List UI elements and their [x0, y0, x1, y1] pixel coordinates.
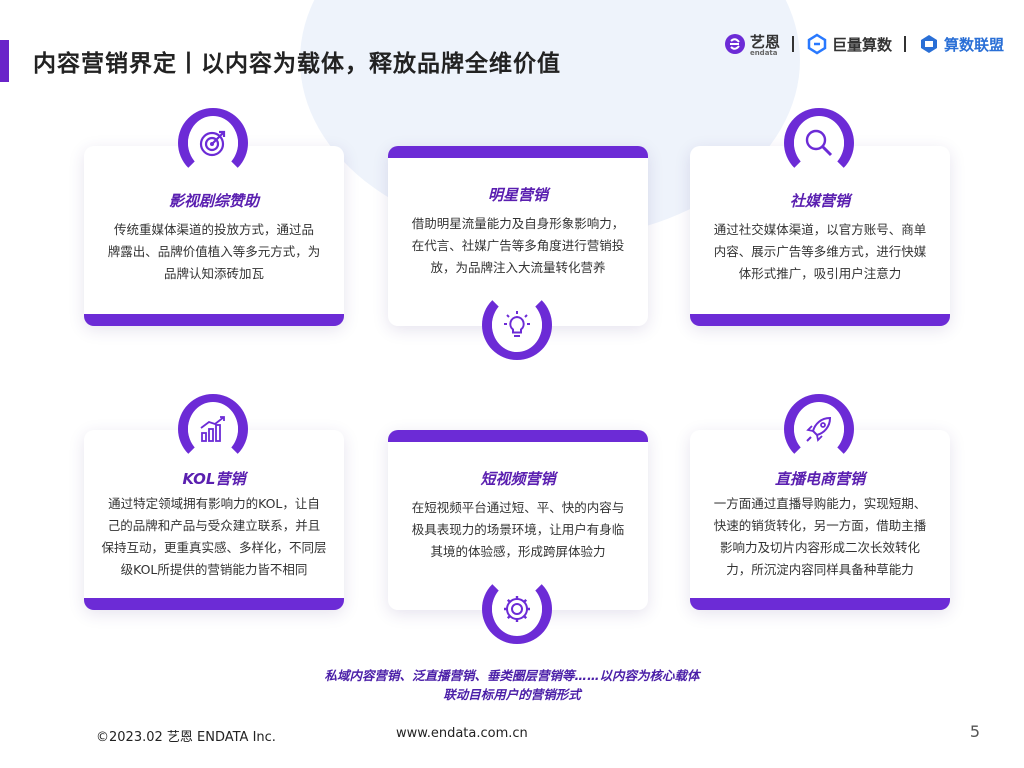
card-badge [784, 108, 854, 178]
card-text-line: 传统重媒体渠道的投放方式，通过品 [113, 222, 314, 237]
card-text-line: 通过社交媒体渠道，以官方账号、商单 [713, 222, 927, 237]
card-text-line: 内容、展示广告等多维方式，进行快媒 [713, 244, 927, 259]
card-title: 短视频营销 [480, 470, 556, 488]
page-title: 内容营销界定丨以内容为载体，释放品牌全维价值 [33, 51, 561, 77]
card-text-line: 力，所沉淀内容同样具备种草能力 [726, 562, 914, 577]
card-description: 通过特定领域拥有影响力的KOL，让自 己的品牌和产品与受众建立联系，并且 保持互… [84, 489, 344, 581]
card-badge [178, 394, 248, 464]
lightbulb-icon [504, 311, 530, 337]
card-text-line: 借助明星流量能力及自身形象影响力， [411, 216, 625, 231]
card-description: 借助明星流量能力及自身形象影响力， 在代言、社媒广告等多角度进行营销投 放，为品… [388, 205, 648, 279]
card-text-line: 通过特定领域拥有影响力的KOL，让自 [108, 496, 320, 511]
suanshu-logo-icon [920, 35, 937, 53]
card-description: 一方面通过直播导购能力，实现短期、 快速的销货转化，另一方面，借助主播 影响力及… [690, 489, 950, 581]
juliang-logo-text: 巨量算数 [831, 35, 892, 54]
logo-divider [903, 36, 906, 52]
suanshu-logo-text: 算数联盟 [943, 35, 1004, 54]
logo-divider [791, 36, 794, 52]
juliang-logo: 巨量算数 [806, 33, 892, 55]
endata-logo-icon [724, 34, 745, 54]
bar-chart-icon [200, 416, 225, 442]
card-text-line: 牌露出、品牌价值植入等多元方式，为 [107, 244, 321, 259]
card-text-line: 在代言、社媒广告等多角度进行营销投 [411, 238, 625, 253]
card-text-line: 一方面通过直播导购能力，实现短期、 [713, 496, 927, 511]
card-description: 在短视频平台通过短、平、快的内容与 极具表现力的场景环境，让用户有身临 其境的体… [388, 489, 648, 563]
magnifier-icon [805, 129, 833, 157]
juliang-logo-icon [807, 33, 827, 55]
card-title: 社媒营销 [789, 192, 850, 210]
card-title: KOL营销 [182, 470, 246, 488]
card-badge [482, 290, 552, 360]
logo-group: 艺恩 endata 巨量算数 算数联盟 [724, 30, 1004, 58]
summary-note-line: 私域内容营销、泛直播营销、垂类圈层营销等……以内容为核心载体 [324, 668, 700, 683]
card-text-line: 在短视频平台通过短、平、快的内容与 [411, 500, 625, 515]
suanshu-logo: 算数联盟 [918, 33, 1004, 55]
card-text-line: 极具表现力的场景环境，让用户有身临 [411, 522, 625, 537]
endata-logo: 艺恩 endata [724, 31, 780, 57]
card-text-line: 放，为品牌注入大流量转化营养 [430, 260, 606, 275]
card-title: 影视剧综赞助 [168, 192, 259, 210]
card-title: 明星营销 [487, 186, 548, 204]
page-number: 5 [969, 722, 980, 741]
target-icon [199, 130, 226, 157]
card-text-line: 保持互动，更重真实感、多样化，不同层 [101, 540, 327, 555]
summary-note: 私域内容营销、泛直播营销、垂类圈层营销等……以内容为核心载体 联动目标用户的营销… [0, 666, 1024, 704]
card-text-line: 品牌认知添砖加瓦 [163, 266, 264, 281]
rocket-icon [806, 416, 832, 442]
footer-copyright: ©2023.02 艺恩 ENDATA Inc. [96, 730, 276, 745]
card-text-line: 己的品牌和产品与受众建立联系，并且 [107, 518, 321, 533]
gear-icon [504, 596, 530, 622]
card-text-line: 快速的销货转化，另一方面，借助主播 [713, 518, 927, 533]
title-accent-bar [0, 40, 9, 82]
footer-url: www.endata.com.cn [396, 726, 528, 741]
card-description: 通过社交媒体渠道，以官方账号、商单 内容、展示广告等多维方式，进行快媒 体形式推… [690, 211, 950, 285]
card-text-line: 级KOL所提供的营销能力皆不相同 [120, 562, 308, 577]
card-text-line: 体形式推广，吸引用户注意力 [738, 266, 902, 281]
card-text-line: 影响力及切片内容形成二次长效转化 [719, 540, 920, 555]
card-title: 直播电商营销 [774, 470, 865, 488]
card-badge [178, 108, 248, 178]
card-badge [482, 574, 552, 644]
card-description: 传统重媒体渠道的投放方式，通过品 牌露出、品牌价值植入等多元方式，为 品牌认知添… [84, 211, 344, 285]
endata-logo-subtext: endata [749, 49, 778, 57]
summary-note-line: 联动目标用户的营销形式 [443, 687, 581, 702]
card-badge [784, 394, 854, 464]
card-text-line: 其境的体验感，形成跨屏体验力 [430, 544, 606, 559]
